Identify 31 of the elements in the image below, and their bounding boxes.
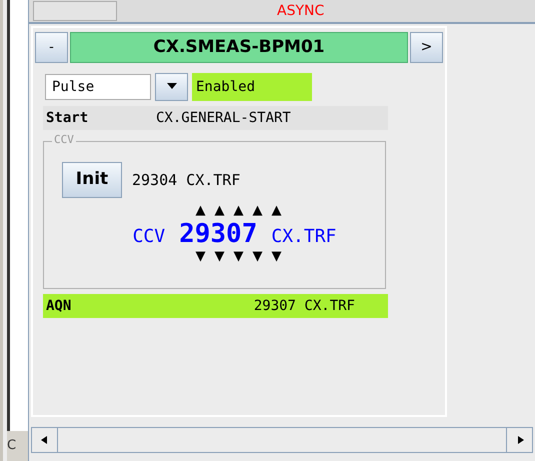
increment-button[interactable]: ▲ [192, 204, 209, 218]
decrement-button[interactable]: ▼ [268, 250, 285, 264]
dropdown-button[interactable] [155, 73, 188, 101]
increment-button[interactable]: ▲ [268, 204, 285, 218]
decrement-button[interactable]: ▼ [211, 250, 228, 264]
ccv-unit: CX.TRF [271, 225, 336, 249]
state-indicator: Enabled [192, 73, 312, 101]
decrement-button[interactable]: ▼ [249, 250, 266, 264]
down-arrow-icon [166, 83, 176, 91]
ccv-value: 29307 [179, 218, 258, 250]
start-label: Start [46, 108, 90, 128]
start-value: CX.GENERAL-START [156, 108, 291, 128]
status-label: ASYNC [277, 2, 324, 20]
device-name: CX.SMEAS-BPM01 [70, 32, 408, 63]
left-arrow-icon [40, 436, 50, 444]
decrement-button[interactable]: ▼ [230, 250, 247, 264]
ccv-label: CCV [132, 225, 166, 249]
next-button[interactable]: > [410, 32, 443, 63]
collapse-button[interactable]: - [35, 32, 68, 63]
init-button[interactable]: Init [62, 162, 122, 198]
side-label: C [7, 431, 28, 461]
increment-button[interactable]: ▲ [211, 204, 228, 218]
decrement-button[interactable]: ▼ [192, 250, 209, 264]
init-value: 29304 CX.TRF [132, 170, 240, 191]
increment-button[interactable]: ▲ [249, 204, 266, 218]
aqn-value: 29307 CX.TRF [254, 296, 355, 316]
increment-button[interactable]: ▲ [230, 204, 247, 218]
tab-header[interactable] [33, 1, 117, 21]
mode-dropdown[interactable]: Pulse [45, 74, 151, 100]
aqn-label: AQN [46, 296, 72, 316]
horizontal-scrollbar[interactable] [31, 427, 533, 453]
